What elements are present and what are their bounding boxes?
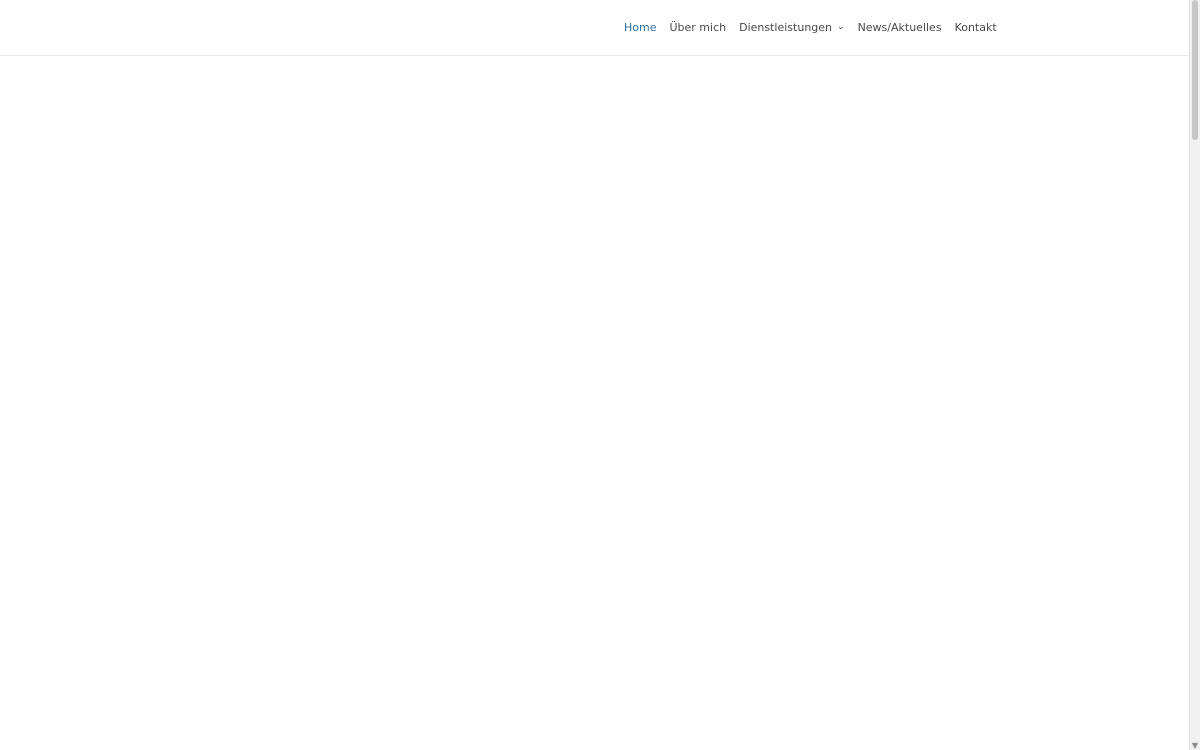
scroll-down-arrow-icon[interactable]: ▼ — [1191, 742, 1199, 750]
nav-item-news-aktuelles[interactable]: News/Aktuelles — [858, 0, 942, 55]
nav-item-kontakt[interactable]: Kontakt — [955, 0, 997, 55]
nav-item-kontakt-label: Kontakt — [954, 21, 997, 34]
page-content-area — [0, 56, 1190, 750]
nav-item-home-label: Home — [624, 21, 657, 34]
nav-item-news-aktuelles-label: News/Aktuelles — [857, 21, 942, 34]
nav-item-ueber-mich-label: Über mich — [669, 21, 727, 34]
site-header: Home Über mich Dienstleistungen ⌄ News/A… — [0, 0, 1190, 56]
nav-item-ueber-mich[interactable]: Über mich — [669, 0, 726, 55]
nav-item-dienstleistungen-label: Dienstleistungen — [739, 21, 833, 34]
scrollbar-thumb[interactable] — [1192, 0, 1198, 140]
browser-viewport: Home Über mich Dienstleistungen ⌄ News/A… — [0, 0, 1200, 750]
vertical-scrollbar[interactable]: ▼ — [1189, 0, 1200, 750]
chevron-down-icon: ⌄ — [837, 21, 845, 32]
main-navigation: Home Über mich Dienstleistungen ⌄ News/A… — [624, 0, 997, 55]
nav-item-dienstleistungen[interactable]: Dienstleistungen ⌄ — [739, 0, 844, 55]
nav-item-home[interactable]: Home — [624, 0, 656, 55]
